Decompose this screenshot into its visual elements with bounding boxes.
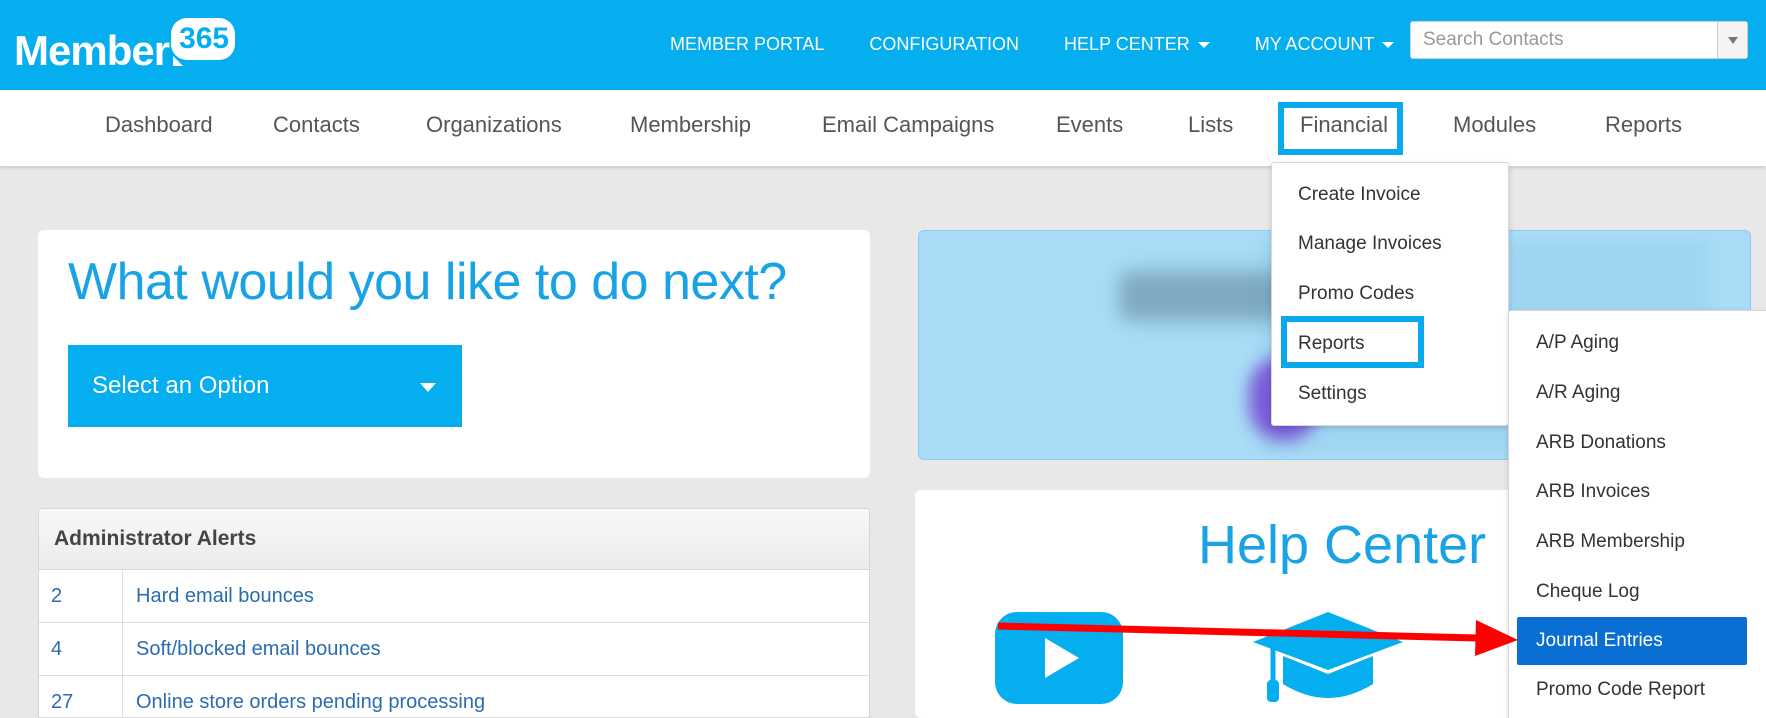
submenu-item-journal-entries[interactable]: Journal Entries bbox=[1517, 617, 1747, 665]
nav-lists[interactable]: Lists bbox=[1188, 112, 1233, 138]
reports-highlight-box bbox=[1281, 316, 1424, 368]
topnav-member-portal[interactable]: MEMBER PORTAL bbox=[670, 34, 824, 55]
nav-dashboard[interactable]: Dashboard bbox=[105, 112, 213, 138]
alert-row: 4 Soft/blocked email bounces bbox=[39, 623, 869, 676]
topnav-configuration[interactable]: CONFIGURATION bbox=[869, 34, 1019, 55]
alert-link[interactable]: Soft/blocked email bounces bbox=[136, 623, 381, 675]
logo-word: Member bbox=[14, 27, 170, 74]
next-action-card: What would you like to do next? Select a… bbox=[38, 230, 870, 478]
top-nav: MEMBER PORTAL CONFIGURATION HELP CENTER … bbox=[670, 34, 1439, 55]
search-input[interactable] bbox=[1411, 22, 1711, 58]
select-option-dropdown[interactable]: Select an Option bbox=[68, 345, 462, 427]
nav-contacts[interactable]: Contacts bbox=[273, 112, 360, 138]
topnav-label: MEMBER PORTAL bbox=[670, 34, 825, 54]
nav-modules[interactable]: Modules bbox=[1453, 112, 1536, 138]
reports-submenu: A/P Aging A/R Aging ARB Donations ARB In… bbox=[1508, 310, 1766, 718]
submenu-item-arb-invoices[interactable]: ARB Invoices bbox=[1536, 481, 1650, 503]
alert-count[interactable]: 2 bbox=[39, 570, 123, 622]
alert-link[interactable]: Hard email bounces bbox=[136, 570, 314, 622]
main-nav: Dashboard Contacts Organizations Members… bbox=[0, 90, 1766, 166]
video-play-icon[interactable] bbox=[995, 612, 1123, 704]
member365-logo[interactable]: Member 365 bbox=[14, 14, 236, 74]
nav-organizations[interactable]: Organizations bbox=[426, 112, 562, 138]
submenu-item-ar-aging[interactable]: A/R Aging bbox=[1536, 382, 1621, 404]
topnav-label: HELP CENTER bbox=[1064, 34, 1190, 54]
caret-down-icon bbox=[1382, 41, 1395, 48]
submenu-item-promo-code-report[interactable]: Promo Code Report bbox=[1536, 679, 1705, 701]
nav-reports[interactable]: Reports bbox=[1605, 112, 1682, 138]
submenu-item-arb-donations[interactable]: ARB Donations bbox=[1536, 432, 1666, 454]
next-action-title: What would you like to do next? bbox=[68, 253, 787, 311]
caret-down-icon bbox=[420, 383, 436, 392]
alert-count[interactable]: 27 bbox=[39, 676, 123, 717]
topnav-label: CONFIGURATION bbox=[869, 34, 1020, 54]
logo-badge: 365 bbox=[171, 18, 236, 60]
submenu-item-ap-aging[interactable]: A/P Aging bbox=[1536, 332, 1619, 354]
financial-dropdown-menu: Create Invoice Manage Invoices Promo Cod… bbox=[1271, 162, 1509, 426]
menu-item-promo-codes[interactable]: Promo Codes bbox=[1298, 283, 1414, 305]
financial-highlight-box bbox=[1278, 102, 1403, 155]
nav-events[interactable]: Events bbox=[1056, 112, 1123, 138]
menu-item-manage-invoices[interactable]: Manage Invoices bbox=[1298, 233, 1442, 255]
administrator-alerts: Administrator Alerts 2 Hard email bounce… bbox=[38, 508, 870, 718]
alert-row: 2 Hard email bounces bbox=[39, 570, 869, 623]
alerts-title: Administrator Alerts bbox=[39, 509, 869, 570]
nav-membership[interactable]: Membership bbox=[630, 112, 751, 138]
submenu-item-arb-membership[interactable]: ARB Membership bbox=[1536, 531, 1685, 553]
topnav-help-center[interactable]: HELP CENTER bbox=[1064, 34, 1210, 55]
menu-item-create-invoice[interactable]: Create Invoice bbox=[1298, 184, 1421, 206]
search-contacts bbox=[1410, 21, 1748, 59]
menu-item-settings[interactable]: Settings bbox=[1298, 383, 1367, 405]
top-bar: Member 365 MEMBER PORTAL CONFIGURATION H… bbox=[0, 0, 1766, 90]
alert-count[interactable]: 4 bbox=[39, 623, 123, 675]
submenu-item-cheque-log[interactable]: Cheque Log bbox=[1536, 581, 1640, 603]
caret-down-icon bbox=[1197, 41, 1210, 48]
topnav-label: MY ACCOUNT bbox=[1254, 34, 1375, 54]
alert-row: 27 Online store orders pending processin… bbox=[39, 676, 869, 717]
submenu-item-label: Journal Entries bbox=[1536, 630, 1663, 651]
search-dropdown-button[interactable] bbox=[1717, 22, 1747, 58]
topnav-my-account[interactable]: MY ACCOUNT bbox=[1255, 34, 1395, 55]
help-center-title: Help Center bbox=[1198, 515, 1487, 575]
graduation-cap-icon[interactable] bbox=[1253, 612, 1403, 706]
select-option-label: Select an Option bbox=[92, 372, 270, 399]
chevron-down-icon bbox=[1727, 36, 1738, 44]
nav-email-campaigns[interactable]: Email Campaigns bbox=[822, 112, 994, 138]
alert-link[interactable]: Online store orders pending processing bbox=[136, 676, 485, 717]
